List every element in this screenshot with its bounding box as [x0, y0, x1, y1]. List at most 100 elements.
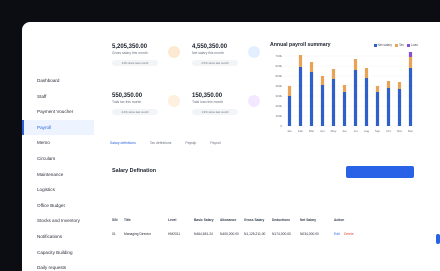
- summary-card: 4,550,350.00 Net salary this month 2.5% si…: [192, 44, 264, 82]
- legend-swatch: [373, 43, 377, 47]
- bar-net-salary: [320, 85, 325, 126]
- card-trend-badge: 1.9% since last month: [192, 109, 238, 115]
- table-header: S/N Title Level Basic Salary Allowance Gross …: [112, 214, 418, 228]
- sidebar-item-stocks-and-inventory[interactable]: Stocks and Inventory: [22, 213, 94, 229]
- bar-net-salary: [298, 67, 303, 126]
- brand-logo: [30, 28, 46, 44]
- y-tick-label: 500k: [275, 74, 282, 78]
- column-header: Deductions: [272, 218, 290, 222]
- x-tick-label: Nov: [397, 129, 403, 133]
- bar-tax: [342, 85, 347, 92]
- bar-tax: [353, 59, 358, 70]
- bar-tax: [331, 69, 336, 79]
- x-tick-label: Jul: [354, 129, 358, 133]
- sidebar-nav: Dashboard Staff Payment Voucher Payroll Memo…: [22, 73, 94, 271]
- bar-tax: [320, 76, 325, 85]
- summary-card: 5,205,350.00 Gross salary this month 13% s…: [112, 44, 184, 82]
- card-trend-badge: 2.5% since last month: [192, 60, 238, 66]
- bar-net-salary: [364, 78, 369, 126]
- tab-payslip[interactable]: Payslip: [185, 141, 196, 145]
- edit-link[interactable]: Edit: [334, 232, 340, 236]
- column-header: Allowance: [220, 218, 237, 222]
- legend-label: Loan: [410, 43, 418, 47]
- y-tick-label: 200k: [275, 104, 282, 108]
- y-tick-label: 100k: [275, 114, 282, 118]
- annual-payroll-chart: Annual payroll summary Net salary Tax Loan…: [270, 42, 418, 133]
- column-header: Action: [334, 218, 345, 222]
- x-tick-label: May: [331, 129, 337, 133]
- x-tick-label: Aug: [364, 129, 370, 133]
- scrollbar-thumb[interactable]: [436, 234, 440, 244]
- table-cell: 01: [112, 232, 116, 236]
- column-header: Gross Salary: [244, 218, 265, 222]
- y-tick-label: 300k: [275, 94, 282, 98]
- bar-net-salary: [386, 88, 391, 126]
- y-tick-label: 600k: [275, 64, 282, 68]
- sidebar-item-daily-requests[interactable]: Daily requests: [22, 260, 94, 271]
- card-icon: [248, 46, 260, 58]
- table-cell: N400,000.00: [220, 232, 239, 236]
- card-icon: [168, 46, 180, 58]
- x-tick-label: Oct: [386, 129, 391, 133]
- column-header: Title: [124, 218, 131, 222]
- y-tick-label: 0: [280, 124, 282, 128]
- x-tick-label: Dec: [408, 129, 414, 133]
- legend-swatch: [406, 43, 410, 47]
- sidebar-item-logistics[interactable]: Logistics: [22, 182, 94, 198]
- y-tick-label: 700k: [275, 54, 282, 58]
- bar-net-salary: [342, 92, 347, 126]
- sidebar-item-memo[interactable]: Memo: [22, 135, 94, 151]
- bar-net-salary: [375, 92, 380, 126]
- x-tick-label: Feb: [298, 129, 304, 133]
- x-tick-label: Sep: [375, 129, 381, 133]
- bar-net-salary: [287, 96, 292, 126]
- card-icon: [248, 95, 260, 107]
- column-header: S/N: [112, 218, 118, 222]
- section-title: Salary Defination: [112, 168, 157, 174]
- tab-tax-definitions[interactable]: Tax definitions: [150, 141, 172, 145]
- sidebar-item-payment-voucher[interactable]: Payment Voucher: [22, 104, 94, 120]
- tab-payroll[interactable]: Payroll: [210, 141, 220, 145]
- sidebar-item-capacity-building[interactable]: Capacity Building: [22, 245, 94, 261]
- table-row: 01 Managing Director HM2011 N464,651.24 N400…: [112, 228, 418, 242]
- sidebar-item-circulars[interactable]: Circulars: [22, 151, 94, 167]
- sidebar-item-dashboard[interactable]: Dashboard: [22, 73, 94, 89]
- tab-salary-definitions[interactable]: Salary definitions: [110, 141, 136, 145]
- legend-swatch: [394, 43, 398, 47]
- bar-net-salary: [309, 72, 314, 126]
- sidebar-item-maintenance[interactable]: Maintenance: [22, 167, 94, 183]
- card-icon: [168, 95, 180, 107]
- add-salary-button[interactable]: [346, 166, 414, 178]
- delete-link[interactable]: Delete: [344, 232, 354, 236]
- bar-net-salary: [408, 68, 413, 126]
- sidebar-item-payroll[interactable]: Payroll: [22, 119, 94, 136]
- chart-legend: Net salary Tax Loan: [371, 43, 418, 47]
- summary-card: 150,350.00 Total loan this month 1.9% sinc…: [192, 93, 264, 131]
- bar-tax: [309, 62, 314, 72]
- card-trend-badge: 2.4% since last month: [112, 109, 158, 115]
- chart-plot: 0 100k 200k 300k 400k 500k 600k 700k Jan Feb Mar Ap…: [275, 52, 416, 133]
- sidebar-item-office-budget[interactable]: Office Budget: [22, 198, 94, 214]
- x-tick-label: Jan: [287, 129, 292, 133]
- bar-loan: [408, 52, 413, 57]
- bar-tax: [287, 86, 292, 96]
- table-cell: N1,125,211.00: [244, 232, 266, 236]
- bar-tax: [375, 86, 380, 92]
- table-cell: N464,651.24: [194, 232, 213, 236]
- app-window: Dashboard Staff Payment Voucher Payroll Memo…: [22, 22, 440, 271]
- sidebar-item-staff[interactable]: Staff: [22, 89, 94, 105]
- sidebar-item-notifications[interactable]: Notifications: [22, 229, 94, 245]
- table-cell: Managing Director: [124, 232, 151, 236]
- x-tick-label: Jun: [342, 129, 347, 133]
- x-tick-label: Mar: [309, 129, 314, 133]
- y-tick-label: 400k: [275, 84, 282, 88]
- bar-net-salary: [331, 79, 336, 126]
- column-header: Basic Salary: [194, 218, 214, 222]
- bar-tax: [364, 68, 369, 78]
- bar-tax: [397, 82, 402, 89]
- salary-table: S/N Title Level Basic Salary Allowance Gross …: [112, 214, 418, 242]
- legend-label: Tax: [398, 43, 404, 47]
- table-cell: N174,000.00: [272, 232, 291, 236]
- chart-title: Annual payroll summary: [270, 42, 331, 48]
- sidebar: Dashboard Staff Payment Voucher Payroll Memo…: [22, 22, 94, 271]
